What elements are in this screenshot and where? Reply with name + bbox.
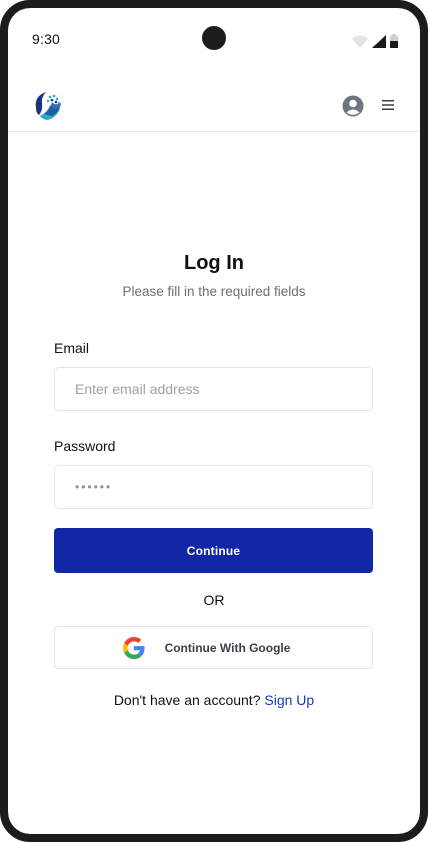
page-title: Log In (184, 252, 244, 274)
google-button-label: Continue With Google (164, 640, 291, 655)
page-subtitle: Please fill in the required fields (122, 284, 306, 299)
password-label: Password (54, 438, 116, 454)
signal-icon (372, 35, 386, 48)
user-avatar-icon[interactable] (342, 95, 364, 117)
password-value: •••••• (75, 480, 113, 494)
status-icons (352, 34, 398, 48)
google-icon (122, 636, 145, 659)
brand-logo-icon[interactable] (30, 88, 64, 122)
app-header (8, 72, 420, 132)
hamburger-menu-icon[interactable] (382, 99, 394, 111)
email-input[interactable] (54, 367, 373, 411)
signup-prompt: Don't have an account? Sign Up (8, 692, 420, 708)
no-account-text: Don't have an account? (113, 692, 261, 708)
device-frame: 9:30 Log In Please fill in the required … (0, 0, 428, 842)
status-time: 9:30 (32, 31, 61, 47)
screen: 9:30 Log In Please fill in the required … (8, 8, 420, 834)
email-label: Email (54, 340, 90, 356)
password-input[interactable]: •••••• (54, 465, 373, 509)
status-bar: 9:30 (8, 8, 420, 72)
front-camera (202, 26, 226, 50)
google-signin-button[interactable]: Continue With Google (54, 626, 373, 669)
wifi-icon (352, 35, 368, 48)
signup-link[interactable]: Sign Up (264, 692, 314, 708)
battery-icon (390, 34, 398, 48)
continue-button[interactable]: Continue (54, 528, 373, 573)
or-divider: OR (203, 592, 225, 608)
